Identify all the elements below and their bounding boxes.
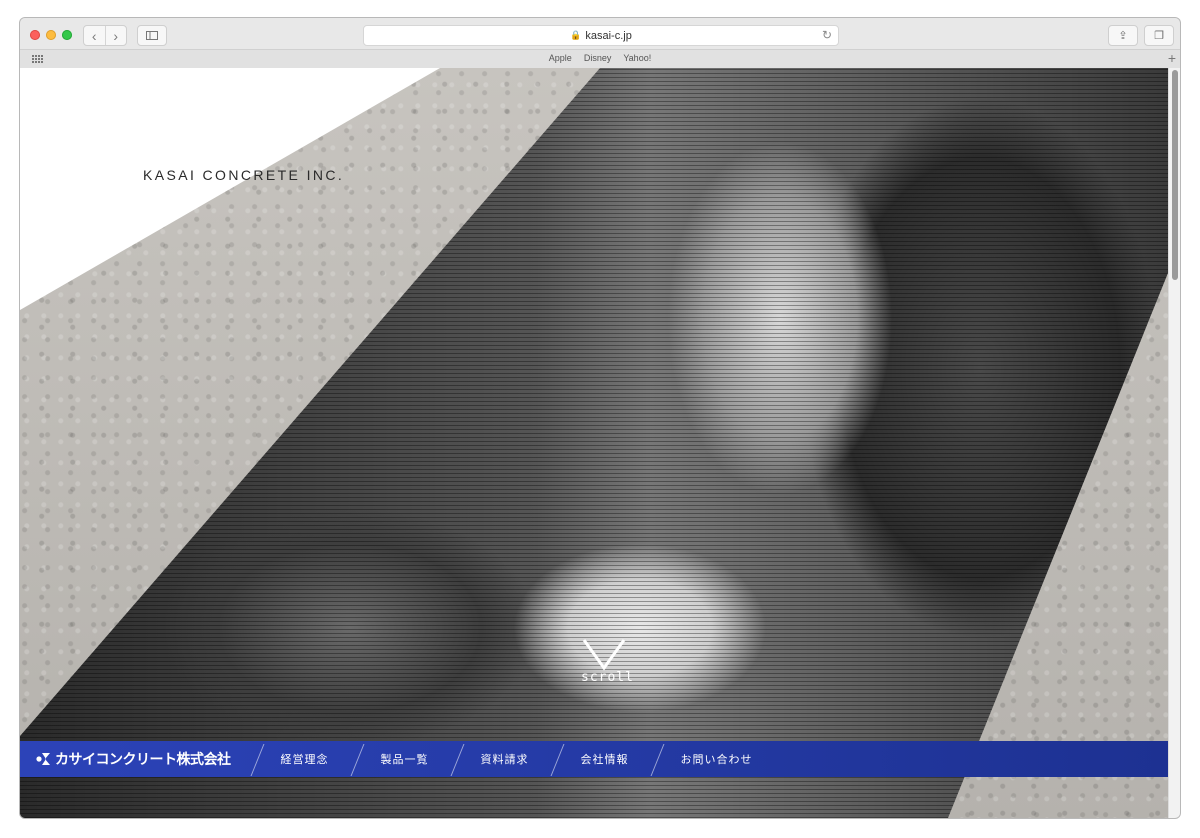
- chevron-down-icon: [582, 639, 626, 671]
- tabs-icon[interactable]: ❐: [1144, 25, 1174, 46]
- share-icon[interactable]: ⇪: [1108, 25, 1138, 46]
- minimize-window-button[interactable]: [46, 30, 56, 40]
- nav-item-company[interactable]: 会社情報: [549, 741, 649, 777]
- nav-item-philosophy[interactable]: 経営理念: [249, 741, 349, 777]
- close-window-button[interactable]: [30, 30, 40, 40]
- nav-menu: 経営理念 製品一覧 資料請求 会社情報 お問い合わせ: [249, 741, 773, 777]
- history-buttons: ‹ ›: [83, 25, 127, 46]
- browser-toolbar: ‹ › 🔒 kasai-c.jp ↻ ⇪ ❐: [20, 18, 1180, 49]
- page-viewport: KASAI CONCRETE INC. scroll カサイコンクリート株式会社…: [20, 68, 1180, 818]
- nav-item-contact[interactable]: お問い合わせ: [649, 741, 773, 777]
- nav-item-documents[interactable]: 資料請求: [449, 741, 549, 777]
- bookmark-yahoo[interactable]: Yahoo!: [623, 53, 651, 63]
- company-logo[interactable]: カサイコンクリート株式会社: [36, 741, 231, 777]
- browser-window: ‹ › 🔒 kasai-c.jp ↻ ⇪ ❐ Apple Disney Yaho…: [20, 18, 1180, 818]
- address-bar[interactable]: 🔒 kasai-c.jp ↻: [363, 25, 839, 46]
- scrollbar-thumb[interactable]: [1172, 70, 1178, 280]
- nav-item-products[interactable]: 製品一覧: [349, 741, 449, 777]
- url-text: kasai-c.jp: [585, 29, 632, 42]
- plus-icon[interactable]: +: [1168, 51, 1176, 65]
- bookmarks-bar: Apple Disney Yahoo! +: [20, 49, 1180, 70]
- logo-text: カサイコンクリート株式会社: [55, 751, 231, 767]
- chevron-right-icon[interactable]: ›: [106, 26, 127, 45]
- lock-icon: 🔒: [570, 30, 582, 40]
- maximize-window-button[interactable]: [62, 30, 72, 40]
- logo-mark-icon: [36, 753, 50, 765]
- sidebar-icon[interactable]: [137, 25, 167, 46]
- global-nav: カサイコンクリート株式会社 経営理念 製品一覧 資料請求 会社情報 お問い合わせ: [20, 741, 1168, 777]
- reload-icon[interactable]: ↻: [822, 28, 832, 42]
- chevron-left-icon[interactable]: ‹: [84, 26, 106, 45]
- page-scrollbar[interactable]: [1168, 68, 1180, 818]
- scroll-indicator[interactable]: scroll: [581, 638, 634, 685]
- brand-title: KASAI CONCRETE INC.: [143, 167, 345, 183]
- bookmark-disney[interactable]: Disney: [584, 53, 612, 63]
- scroll-label: scroll: [581, 670, 634, 685]
- bookmark-apple[interactable]: Apple: [549, 53, 572, 63]
